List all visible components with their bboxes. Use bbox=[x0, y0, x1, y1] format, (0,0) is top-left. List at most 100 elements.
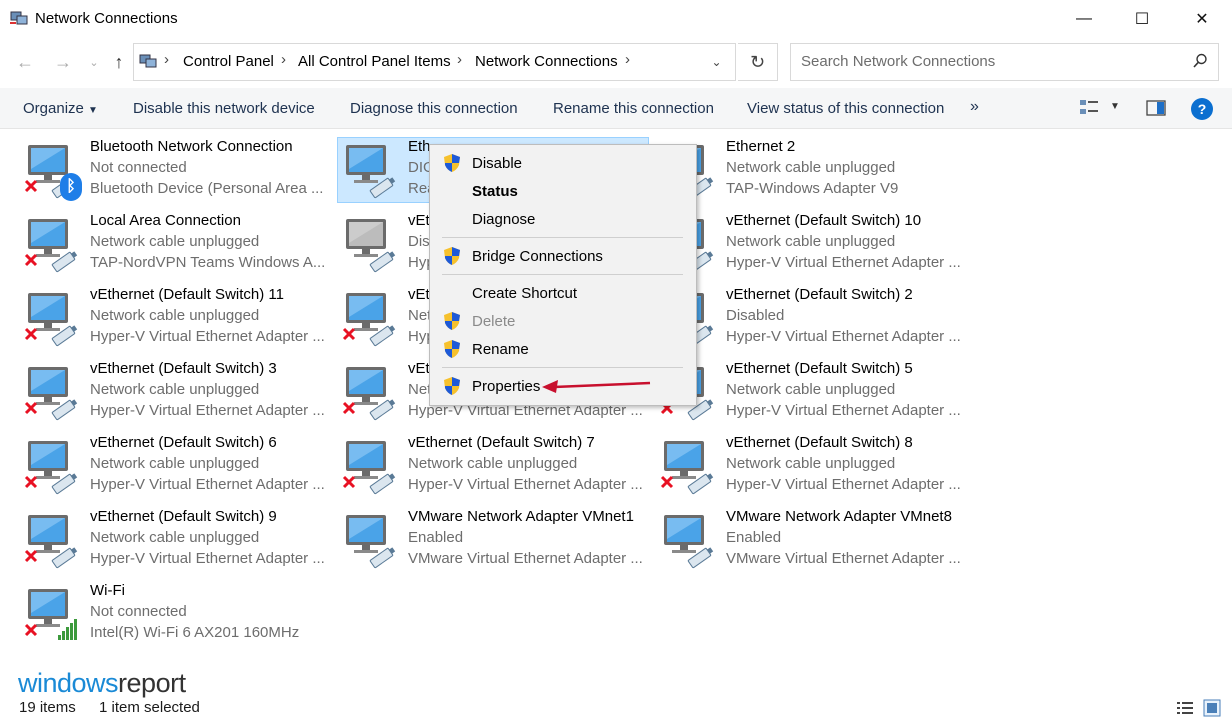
menu-item-bridge[interactable]: Bridge Connections bbox=[472, 248, 603, 265]
connection-item[interactable]: vEthernet (Default Switch) 7 Network cabl… bbox=[336, 429, 648, 499]
connection-status: Network cable unplugged bbox=[90, 529, 260, 546]
connection-item[interactable]: vEthernet (Default Switch) 11 Network cab… bbox=[18, 281, 330, 351]
network-adapter-icon bbox=[342, 509, 396, 569]
connection-device: Hyper-V Virtual Ethernet Adapter ... bbox=[90, 550, 325, 567]
view-status-button[interactable]: View status of this connection bbox=[747, 100, 944, 117]
network-adapter-icon bbox=[24, 213, 78, 273]
connection-item[interactable]: vEthernet (Default Switch) 2 Disabled Hype… bbox=[654, 281, 966, 351]
close-button[interactable]: ✕ bbox=[1172, 0, 1232, 38]
connection-status: Network cable unplugged bbox=[726, 159, 896, 176]
connection-device: VMware Virtual Ethernet Adapter ... bbox=[726, 550, 961, 567]
connection-device: Intel(R) Wi-Fi 6 AX201 160MHz bbox=[90, 624, 300, 641]
connection-item[interactable]: Local Area Connection Network cable unplu… bbox=[18, 207, 330, 277]
connection-status: Net bbox=[408, 381, 432, 398]
connection-device: Hyper-V Virtual Ethernet Adapter ... bbox=[90, 476, 325, 493]
menu-item-delete[interactable]: Delete bbox=[472, 313, 515, 330]
refresh-icon[interactable]: ↻ bbox=[738, 43, 778, 81]
change-view-icon[interactable] bbox=[1079, 99, 1099, 117]
connection-item[interactable]: vEthernet (Default Switch) 5 Network cabl… bbox=[654, 355, 966, 425]
address-dropdown-icon[interactable]: ⌄ bbox=[697, 43, 736, 81]
bluetooth-icon: ᛒ bbox=[60, 173, 82, 201]
network-adapter-icon bbox=[24, 435, 78, 495]
breadcrumb-network-connections[interactable]: Network Connections bbox=[475, 53, 618, 70]
connection-status: Network cable unplugged bbox=[90, 233, 260, 250]
connection-item[interactable]: vEthernet (Default Switch) 8 Network cabl… bbox=[654, 429, 966, 499]
menu-divider bbox=[442, 367, 683, 368]
connection-status: Network cable unplugged bbox=[408, 455, 578, 472]
status-selection: 1 item selected bbox=[99, 699, 200, 716]
connection-name: vEt bbox=[408, 360, 430, 377]
help-icon[interactable]: ? bbox=[1191, 98, 1213, 120]
connection-name: Local Area Connection bbox=[90, 212, 241, 229]
connection-item[interactable]: Wi-Fi Not connected Intel(R) Wi-Fi 6 AX201… bbox=[18, 577, 330, 647]
menu-item-create-shortcut[interactable]: Create Shortcut bbox=[472, 285, 577, 302]
details-view-icon[interactable] bbox=[1176, 700, 1194, 716]
menu-item-status[interactable]: Status bbox=[472, 183, 518, 200]
view-options-chevron-icon[interactable]: ▼ bbox=[1110, 101, 1120, 112]
back-arrow-icon[interactable]: ← bbox=[13, 50, 37, 74]
connection-item[interactable]: vEthernet (Default Switch) 10 Network cab… bbox=[654, 207, 966, 277]
up-arrow-icon[interactable]: ↑ bbox=[107, 50, 131, 74]
connection-device: Hyper-V Virtual Ethernet Adapter ... bbox=[408, 476, 643, 493]
connection-name: vEthernet (Default Switch) 2 bbox=[726, 286, 913, 303]
network-adapter-icon bbox=[342, 287, 396, 347]
network-adapter-icon bbox=[342, 213, 396, 273]
connection-item[interactable]: vEthernet (Default Switch) 9 Network cabl… bbox=[18, 503, 330, 573]
breadcrumb-separator-icon[interactable]: › bbox=[281, 51, 286, 68]
diagnose-connection-button[interactable]: Diagnose this connection bbox=[350, 100, 518, 117]
menu-item-rename[interactable]: Rename bbox=[472, 341, 529, 358]
connection-name: VMware Network Adapter VMnet1 bbox=[408, 508, 634, 525]
breadcrumb-separator-icon[interactable]: › bbox=[457, 51, 462, 68]
title-bar bbox=[0, 0, 1232, 38]
chevron-down-icon: ▼ bbox=[88, 105, 98, 116]
breadcrumb-separator-icon[interactable]: › bbox=[625, 51, 630, 68]
breadcrumb-all-items[interactable]: All Control Panel Items bbox=[298, 53, 451, 70]
menu-item-diagnose[interactable]: Diagnose bbox=[472, 211, 535, 228]
more-commands-button[interactable]: » bbox=[970, 98, 979, 116]
connection-item[interactable]: Ethernet 2 Network cable unplugged TAP-Win… bbox=[654, 133, 966, 203]
connection-name: vEthernet (Default Switch) 7 bbox=[408, 434, 595, 451]
connection-item[interactable]: VMware Network Adapter VMnet8 Enabled VMwa… bbox=[654, 503, 966, 573]
large-icons-view-icon[interactable] bbox=[1203, 699, 1221, 717]
forward-arrow-icon[interactable]: → bbox=[51, 50, 75, 74]
breadcrumb-control-panel[interactable]: Control Panel bbox=[183, 53, 274, 70]
logo-part2: report bbox=[118, 668, 186, 698]
maximize-button[interactable]: ☐ bbox=[1112, 0, 1172, 38]
connection-status: Network cable unplugged bbox=[726, 381, 896, 398]
connection-item[interactable]: ᛒ Bluetooth Network Connection Not connect… bbox=[18, 133, 330, 203]
connection-name: vEthernet (Default Switch) 11 bbox=[90, 286, 284, 303]
menu-item-properties[interactable]: Properties bbox=[472, 378, 540, 395]
network-adapter-icon bbox=[24, 287, 78, 347]
connection-status: Network cable unplugged bbox=[726, 455, 896, 472]
rename-connection-button[interactable]: Rename this connection bbox=[553, 100, 714, 117]
network-adapter-icon bbox=[660, 509, 714, 569]
connection-status: Network cable unplugged bbox=[90, 307, 260, 324]
organize-menu[interactable]: Organize ▼ bbox=[23, 100, 98, 117]
connection-name: vEt bbox=[408, 212, 430, 229]
connection-status: Network cable unplugged bbox=[90, 381, 260, 398]
connection-name: VMware Network Adapter VMnet8 bbox=[726, 508, 952, 525]
network-adapter-icon bbox=[342, 435, 396, 495]
network-adapter-icon bbox=[24, 509, 78, 569]
uac-shield-icon bbox=[444, 377, 460, 395]
recent-locations-chevron-icon[interactable]: ⌄ bbox=[82, 50, 106, 74]
network-adapter-icon bbox=[660, 435, 714, 495]
disable-device-button[interactable]: Disable this network device bbox=[133, 100, 315, 117]
search-icon[interactable] bbox=[1192, 53, 1208, 69]
minimize-button[interactable]: — bbox=[1054, 0, 1114, 38]
wifi-adapter-icon bbox=[24, 583, 78, 643]
connection-item[interactable]: VMware Network Adapter VMnet1 Enabled VMwa… bbox=[336, 503, 648, 573]
connection-name: Bluetooth Network Connection bbox=[90, 138, 293, 155]
uac-shield-icon bbox=[444, 154, 460, 172]
preview-pane-icon[interactable] bbox=[1146, 100, 1166, 116]
menu-item-disable[interactable]: Disable bbox=[472, 155, 522, 172]
connection-item[interactable]: vEthernet (Default Switch) 6 Network cabl… bbox=[18, 429, 330, 499]
uac-shield-icon bbox=[444, 247, 460, 265]
connection-name: vEthernet (Default Switch) 5 bbox=[726, 360, 913, 377]
menu-divider bbox=[442, 237, 683, 238]
connection-status: Network cable unplugged bbox=[726, 233, 896, 250]
connection-item[interactable]: vEthernet (Default Switch) 3 Network cabl… bbox=[18, 355, 330, 425]
connection-status: Disabled bbox=[726, 307, 785, 324]
connection-name: Ethernet 2 bbox=[726, 138, 796, 155]
breadcrumb-separator-icon[interactable]: › bbox=[164, 51, 169, 68]
